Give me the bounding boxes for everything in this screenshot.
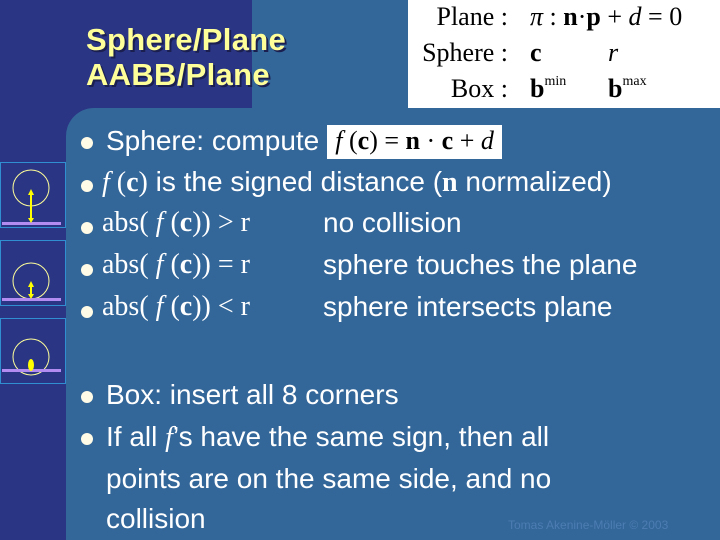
box-min-sup: min bbox=[544, 74, 567, 89]
bullet-text: Sphere: compute bbox=[106, 125, 320, 156]
box-max-b: b bbox=[608, 74, 623, 103]
plane bbox=[2, 298, 61, 301]
result-touches: sphere touches the plane bbox=[323, 249, 638, 280]
bullet-same-sign-cont-2: collision bbox=[106, 503, 206, 534]
result-intersects: sphere intersects plane bbox=[323, 291, 613, 322]
result-no-collision: no collision bbox=[323, 207, 462, 238]
box-min-b: b bbox=[530, 74, 545, 103]
definition-sphere: Sphere : c r bbox=[408, 38, 720, 72]
bullet-same-sign-cont-1: points are on the same side, and no bbox=[106, 463, 552, 494]
bullet-dot bbox=[81, 306, 93, 318]
bullet-dot bbox=[81, 264, 93, 276]
box-label: Box : bbox=[450, 74, 508, 103]
definitions-box: Plane : π : n·p + d = 0 Sphere : c r Box… bbox=[408, 0, 720, 108]
bullet-signed-distance: f (c) is the signed distance (n normaliz… bbox=[102, 166, 612, 198]
normal-n: n bbox=[442, 167, 458, 198]
bullet-condition-less: abs( f (c)) < r bbox=[102, 291, 250, 322]
bullet-text-2: normalized) bbox=[457, 166, 612, 197]
bullet-condition-greater: abs( f (c)) > r bbox=[102, 207, 250, 238]
diagram-touches bbox=[0, 240, 66, 306]
bullet-dot bbox=[81, 180, 93, 192]
bullet-condition-equal: abs( f (c)) = r bbox=[102, 249, 250, 280]
math-f: f bbox=[165, 422, 173, 453]
formula-f-c: f (c) = n · c + d bbox=[327, 125, 502, 159]
bullet-dot bbox=[81, 137, 93, 149]
diagram-no-collision bbox=[0, 162, 66, 228]
arrow-head-up bbox=[28, 281, 34, 287]
arrow-head-up bbox=[28, 189, 34, 195]
sphere-center: c bbox=[530, 38, 542, 67]
distance-arrow bbox=[28, 359, 34, 371]
bullet-text: If all bbox=[106, 421, 166, 452]
box-max-sup: max bbox=[622, 74, 647, 89]
bullet-text-2: ’s have the same sign, then all bbox=[172, 421, 550, 452]
diagram-intersects bbox=[0, 318, 66, 384]
box-max: bmax bbox=[608, 74, 647, 104]
title-line-2: AABB/Plane bbox=[86, 57, 270, 92]
bullet-dot bbox=[81, 391, 93, 403]
definition-plane: Plane : π : n·p + d = 0 bbox=[408, 2, 720, 36]
box-min: bmin bbox=[530, 74, 566, 104]
slide-title: Sphere/Plane AABB/Plane bbox=[86, 22, 286, 92]
sphere-plane-intersect-icon bbox=[2, 338, 61, 376]
bullet-text: is the signed distance ( bbox=[147, 166, 443, 197]
definition-box: Box : bmin bmax bbox=[408, 74, 720, 108]
bullet-dot bbox=[81, 222, 93, 234]
title-line-1: Sphere/Plane bbox=[86, 22, 287, 57]
plane-equation: π : n·p + d = 0 bbox=[530, 2, 683, 31]
sphere-plane-touch-icon bbox=[2, 262, 61, 301]
copyright-footer: Tomas Akenine-Möller © 2003 bbox=[508, 518, 669, 532]
plane bbox=[2, 222, 61, 225]
bullet-same-sign: If all f’s have the same sign, then all bbox=[106, 421, 549, 454]
sphere-plane-far-icon bbox=[2, 169, 61, 225]
bullet-box-corners: Box: insert all 8 corners bbox=[106, 379, 399, 410]
bullet-dot bbox=[81, 433, 93, 445]
sphere-label: Sphere : bbox=[422, 38, 508, 67]
plane-label: Plane : bbox=[436, 2, 509, 31]
sphere-radius: r bbox=[608, 38, 619, 67]
bullet-sphere-compute: Sphere: compute f (c) = n · c + d bbox=[106, 125, 502, 159]
